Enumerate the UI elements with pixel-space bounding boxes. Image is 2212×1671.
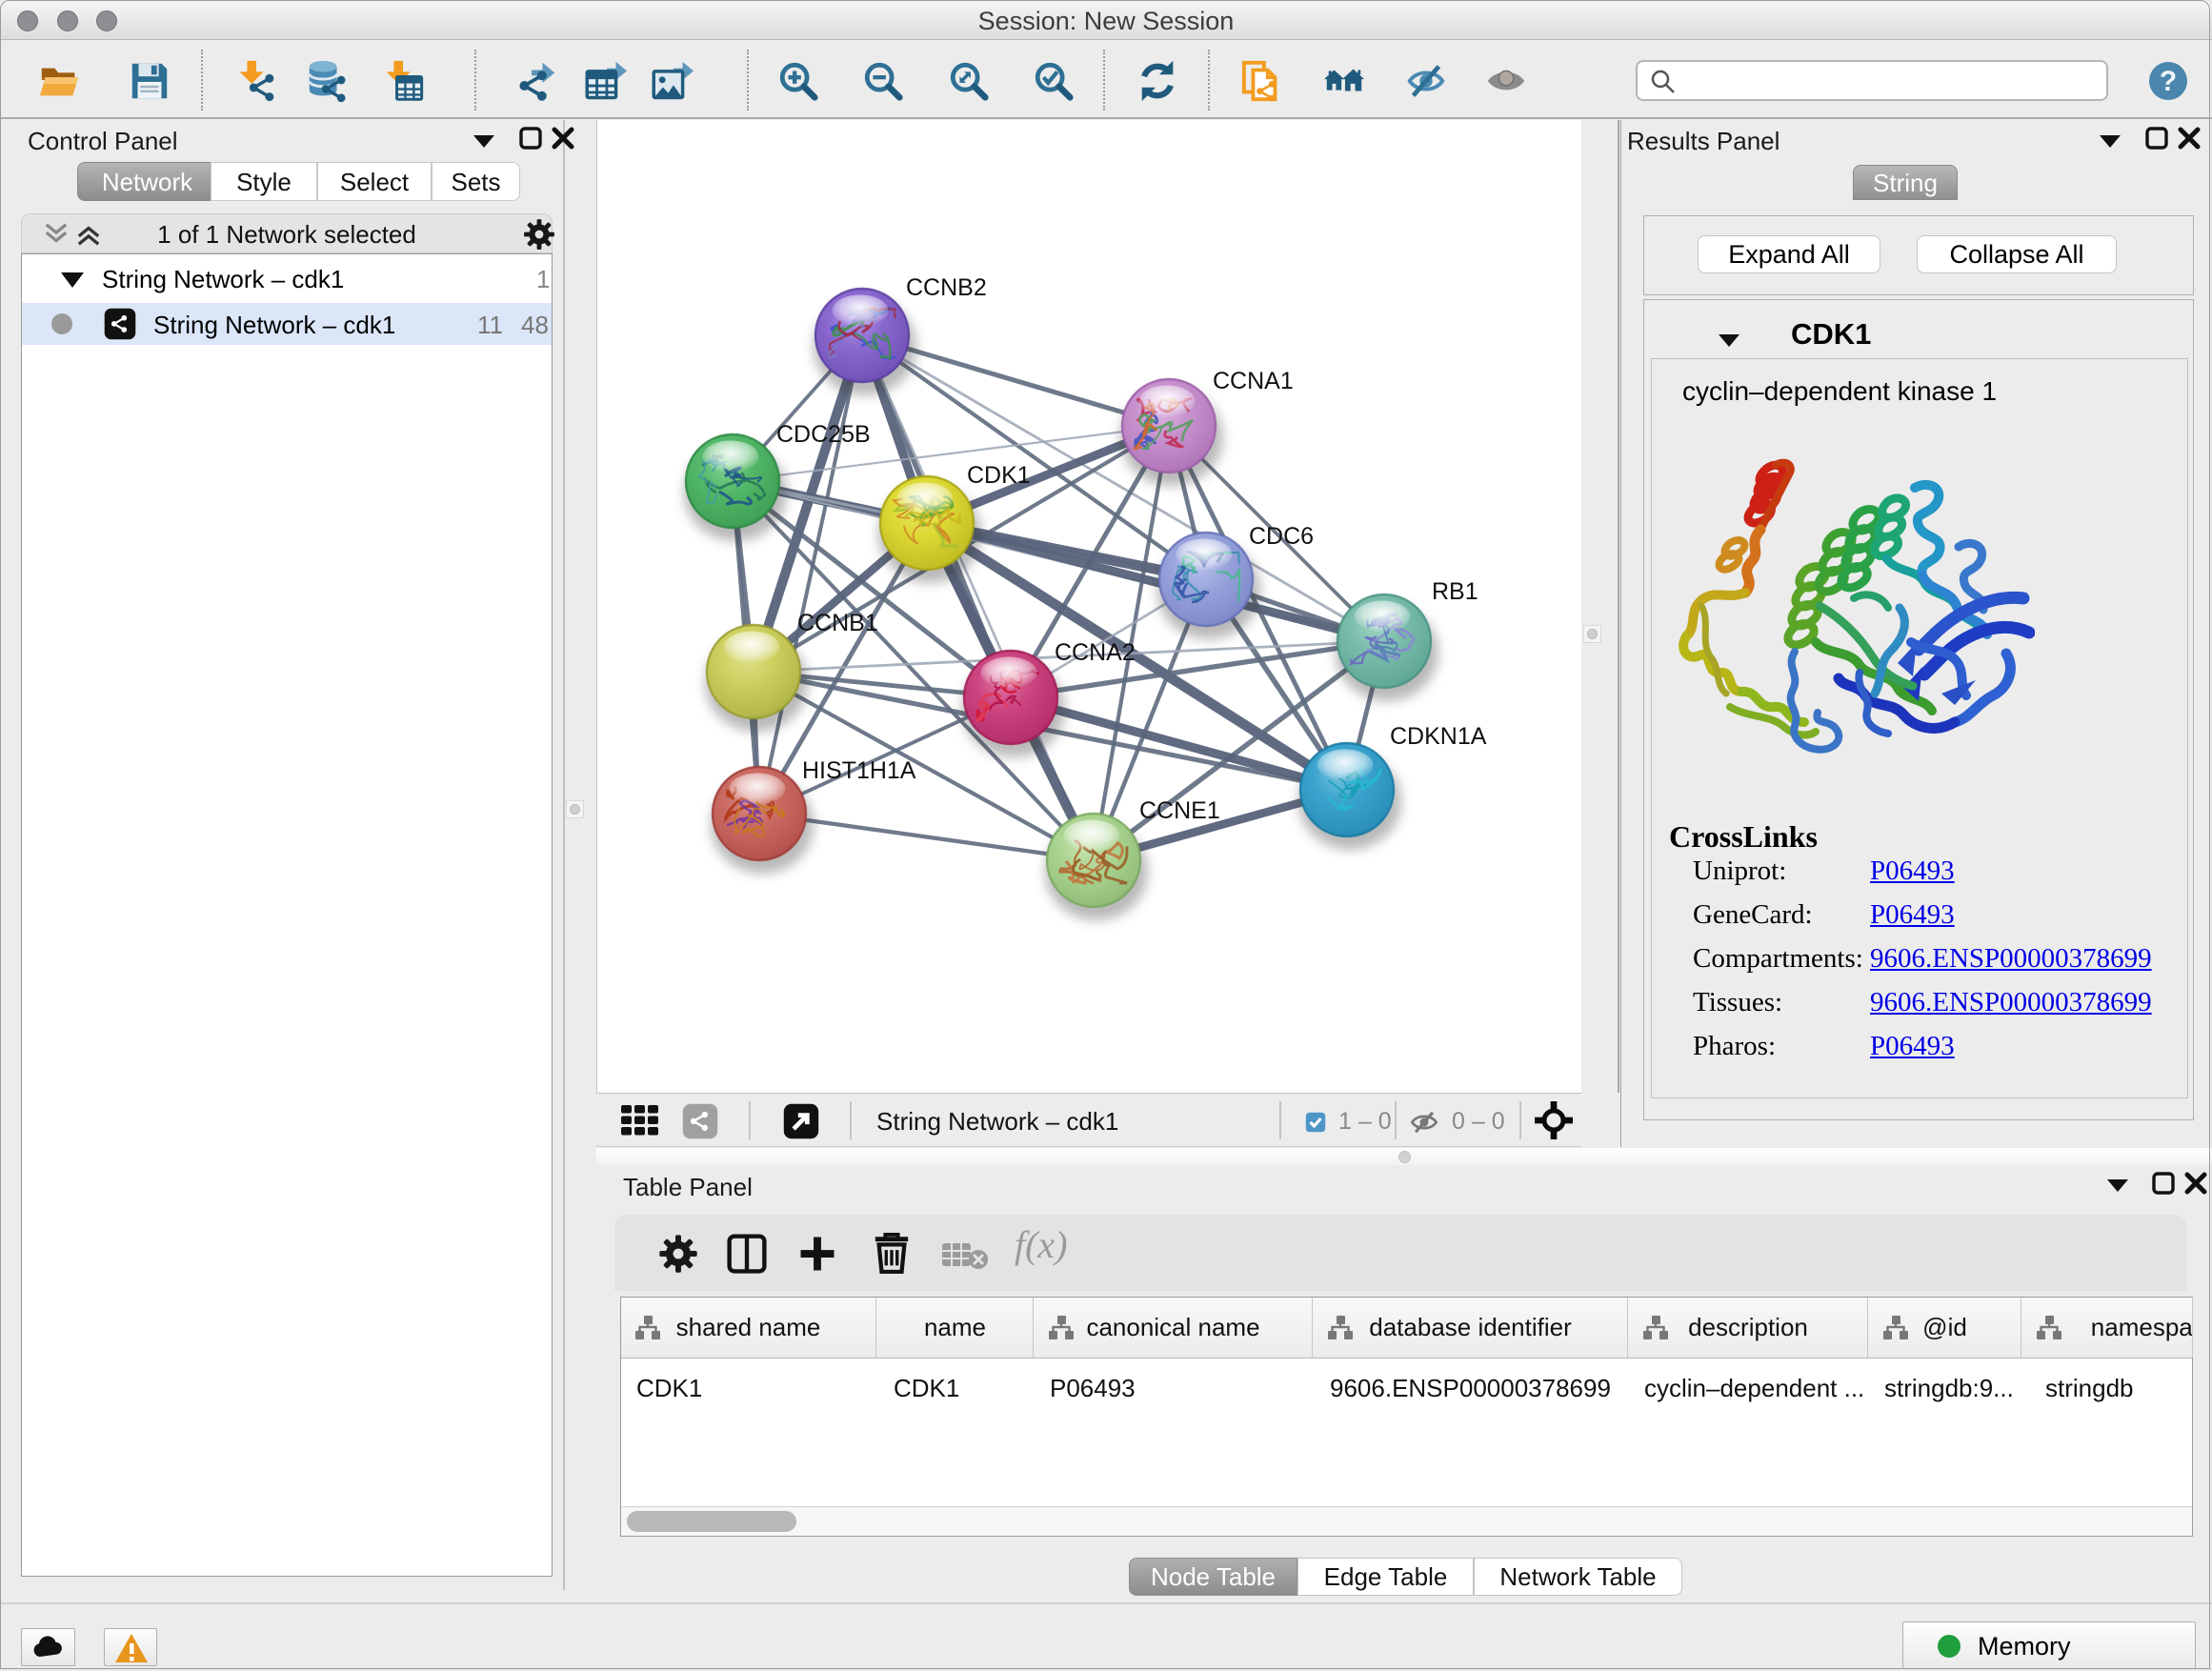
svg-text:CCNB2: CCNB2 xyxy=(906,274,987,301)
svg-text:CDC6: CDC6 xyxy=(1249,523,1314,550)
svg-text:CCNB1: CCNB1 xyxy=(797,610,878,636)
svg-text:CCNA2: CCNA2 xyxy=(1055,639,1136,666)
svg-text:?: ? xyxy=(2160,66,2177,97)
svg-text:CCNA1: CCNA1 xyxy=(1213,368,1294,394)
svg-text:CDKN1A: CDKN1A xyxy=(1390,723,1487,750)
svg-text:CCNE1: CCNE1 xyxy=(1139,797,1220,824)
svg-text:CDK1: CDK1 xyxy=(967,462,1031,489)
svg-text:CDC25B: CDC25B xyxy=(776,421,871,448)
svg-text:HIST1H1A: HIST1H1A xyxy=(802,757,916,784)
svg-text:RB1: RB1 xyxy=(1432,578,1478,605)
